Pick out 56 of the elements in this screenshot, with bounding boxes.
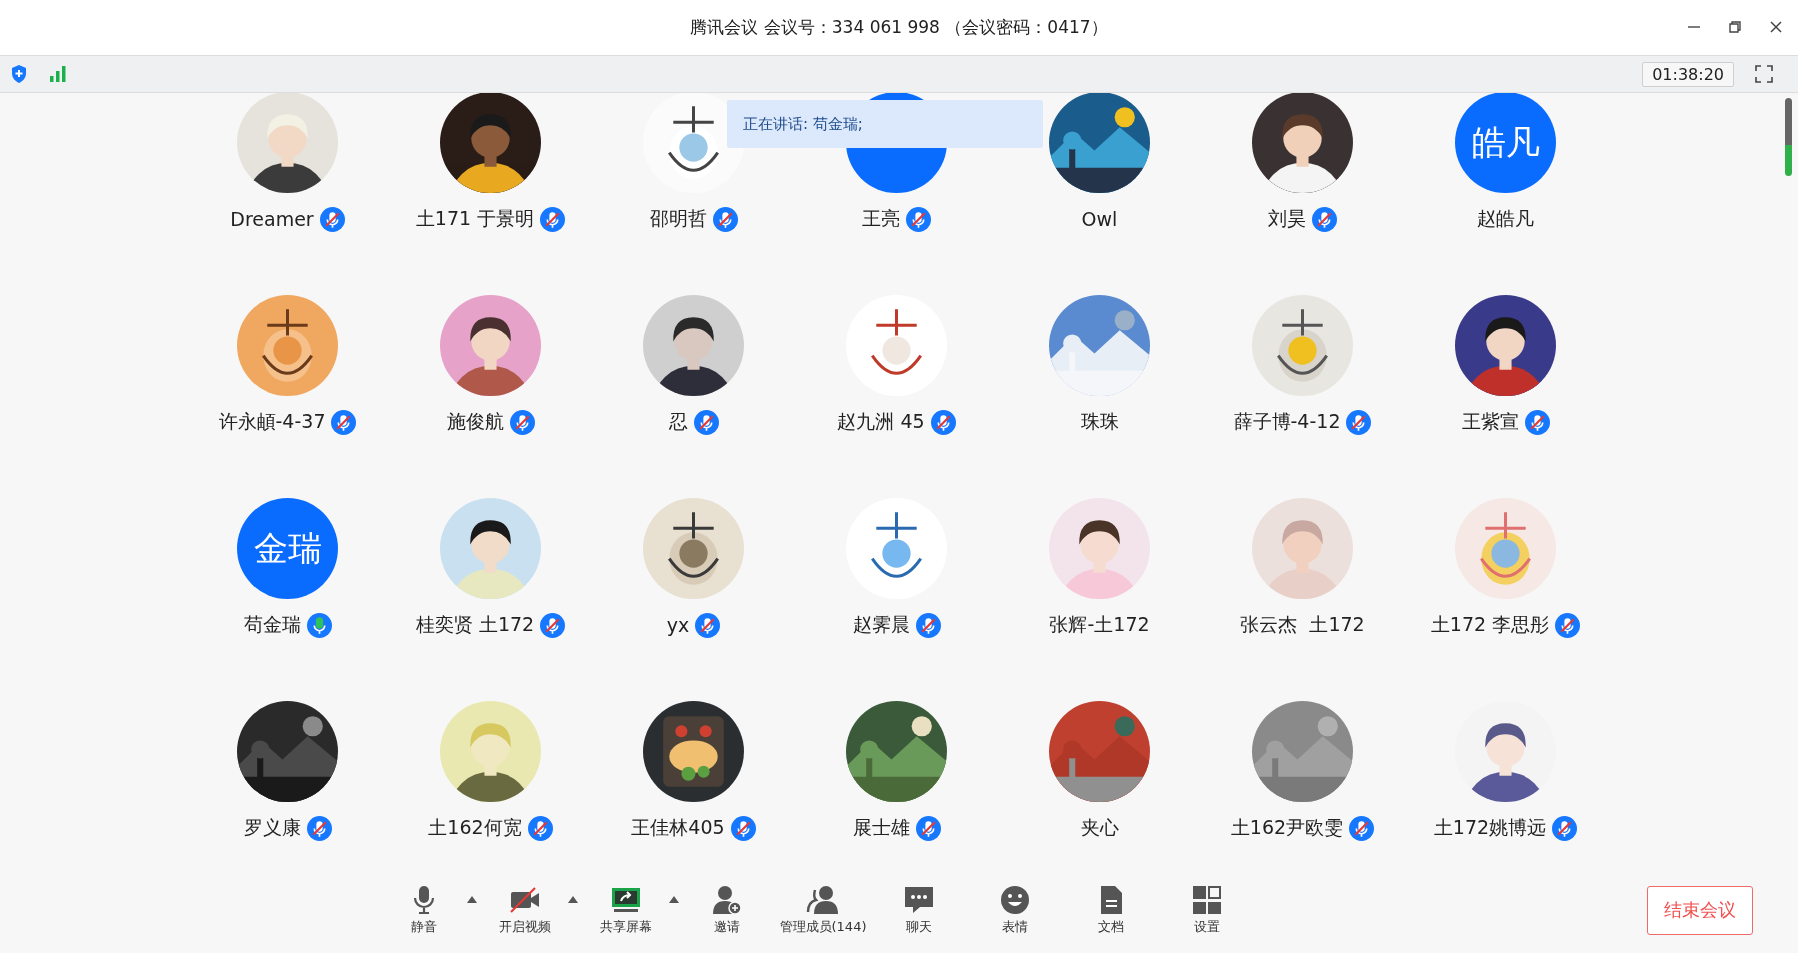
window-title: 腾讯会议 会议号：334 061 998 （会议密码：0417） <box>690 16 1108 39</box>
participant-name: 土172姚博远 <box>1433 815 1547 840</box>
toolbar-button[interactable]: 设置 <box>1164 884 1250 936</box>
end-meeting-button[interactable]: 结束会议 <box>1647 885 1753 935</box>
shield-icon[interactable] <box>10 64 28 84</box>
caret-icon[interactable] <box>565 895 581 903</box>
toolbar-button[interactable]: 静音 <box>381 884 467 936</box>
participant-name: 珠珠 <box>1080 409 1119 434</box>
fullscreen-icon[interactable] <box>1754 64 1774 84</box>
participant-name: 苟金瑞 <box>243 612 301 637</box>
participant-name: 桂奕贤 土172 <box>415 612 535 637</box>
toolbar-button[interactable]: 邀请 <box>684 884 770 936</box>
participant-name: Owl <box>1081 208 1118 230</box>
members-icon <box>806 884 840 916</box>
participant-name: 薛子博-4-12 <box>1233 409 1341 434</box>
meeting-timer: 01:38:20 <box>1642 61 1734 87</box>
participant-name: 王亮 <box>862 206 900 231</box>
chat-icon <box>902 884 936 916</box>
participant-name: 张辉-土172 <box>1049 612 1150 637</box>
participant-name: 赵霁晨 <box>852 612 910 637</box>
invite-icon <box>710 884 744 916</box>
restore-icon[interactable] <box>1727 19 1743 35</box>
participant-name: Dreamer <box>230 208 314 230</box>
participant-name: 土171 于景明 <box>415 206 535 231</box>
participant-name: 土162何宽 <box>428 815 522 840</box>
participant-name: 许永頔-4-37 <box>218 409 326 434</box>
participant-name: 忍 <box>668 409 688 434</box>
participant-name: 展士雄 <box>852 815 910 840</box>
participant-name: 邵明哲 <box>649 206 707 231</box>
toolbar-button[interactable]: 共享屏幕 <box>583 884 669 936</box>
participant-name: 罗义康 <box>243 815 301 840</box>
close-icon[interactable] <box>1768 19 1784 35</box>
settings-icon <box>1190 884 1224 916</box>
participant-name: 王紫宣 <box>1461 409 1519 434</box>
initials-avatar: 金瑞 <box>237 498 338 599</box>
participant-name: 王佳林405 <box>631 815 725 840</box>
participant-name: 土172 李思彤 <box>1430 612 1550 637</box>
speaking-banner: 正在讲话: 苟金瑞; <box>727 100 1043 148</box>
toolbar-button[interactable]: 管理成员(144) <box>780 884 866 936</box>
scrollbar-thumb[interactable] <box>1785 98 1792 176</box>
participant-name: 夹心 <box>1080 815 1119 840</box>
toolbar-button[interactable]: 文档 <box>1068 884 1154 936</box>
participant-name: 赵九洲 45 <box>837 409 925 434</box>
toolbar-button[interactable]: 聊天 <box>876 884 962 936</box>
participant-name: 土162尹欧雯 <box>1230 815 1344 840</box>
participant-name: yx <box>666 614 690 636</box>
participant-name: 赵皓凡 <box>1477 206 1534 231</box>
participant-name: 张云杰 土172 <box>1240 612 1365 637</box>
caret-icon[interactable] <box>666 895 682 903</box>
initials-avatar: 皓凡 <box>1455 93 1556 193</box>
caret-icon[interactable] <box>464 895 480 903</box>
participant-name: 刘昊 <box>1268 206 1306 231</box>
toolbar-button[interactable]: 表情 <box>972 884 1058 936</box>
toolbar-button[interactable]: 开启视频 <box>482 884 568 936</box>
emoji-icon <box>998 884 1032 916</box>
participant-name: 施俊航 <box>446 409 504 434</box>
